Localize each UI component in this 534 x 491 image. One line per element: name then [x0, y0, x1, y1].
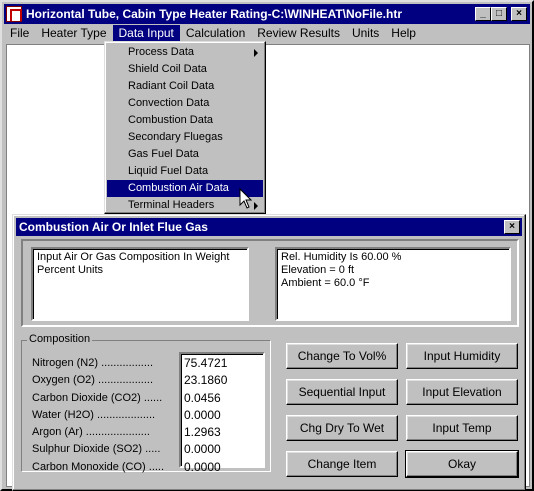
- maximize-button[interactable]: □: [491, 7, 507, 21]
- component-label: Carbon Monoxide (CO) .....: [32, 460, 165, 473]
- submenu-arrow-icon: [254, 49, 258, 57]
- menu-calculation[interactable]: Calculation: [180, 25, 251, 42]
- component-value[interactable]: 75.4721: [184, 355, 263, 372]
- input-temp-button[interactable]: Input Temp: [406, 415, 518, 441]
- component-label: Nitrogen (N2) .................: [32, 357, 154, 369]
- component-value[interactable]: 0.0456: [184, 390, 263, 407]
- menu-item-process-data[interactable]: Process Data: [107, 44, 263, 61]
- humidity-text: Rel. Humidity Is 60.00 %: [281, 251, 402, 263]
- mouse-pointer-icon: [239, 188, 253, 209]
- dialog-title: Combustion Air Or Inlet Flue Gas ×: [16, 218, 522, 236]
- instruction-text: Input Air Or Gas Composition In Weight P…: [31, 247, 249, 321]
- sequential-input-button[interactable]: Sequential Input: [286, 379, 398, 405]
- conditions-text: Rel. Humidity Is 60.00 % Elevation = 0 f…: [275, 247, 511, 321]
- okay-button[interactable]: Okay: [405, 450, 519, 478]
- component-label: Water (H2O) ...................: [32, 408, 156, 421]
- menu-item-combustion-data[interactable]: Combustion Data: [107, 112, 263, 129]
- title-bar: Horizontal Tube, Cabin Type Heater Ratin…: [4, 4, 530, 24]
- component-value[interactable]: 0.0000: [184, 407, 263, 424]
- change-to-vol-button[interactable]: Change To Vol%: [286, 343, 398, 369]
- menu-heater-type[interactable]: Heater Type: [35, 25, 112, 42]
- menu-item-shield-coil-data[interactable]: Shield Coil Data: [107, 61, 263, 78]
- minimize-button[interactable]: _: [475, 7, 491, 21]
- input-humidity-button[interactable]: Input Humidity: [406, 343, 518, 369]
- menu-data-input[interactable]: Data Input: [112, 25, 180, 42]
- menu-file[interactable]: File: [4, 25, 35, 42]
- menu-item-liquid-fuel-data[interactable]: Liquid Fuel Data: [107, 163, 263, 180]
- component-values-list[interactable]: 75.4721 23.1860 0.0456 0.0000 1.2963 0.0…: [179, 352, 265, 474]
- elevation-text: Elevation = 0 ft: [281, 264, 355, 276]
- dialog-close-button[interactable]: ×: [504, 220, 520, 234]
- menu-review-results[interactable]: Review Results: [251, 25, 346, 42]
- menu-help[interactable]: Help: [385, 25, 422, 42]
- component-value[interactable]: 23.1860: [184, 372, 263, 389]
- component-value[interactable]: 0.0000: [184, 441, 263, 458]
- component-label: Oxygen (O2) ..................: [32, 374, 154, 387]
- menu-bar: File Heater Type Data Input Calculation …: [4, 24, 530, 43]
- close-button[interactable]: ×: [511, 7, 527, 21]
- menu-units[interactable]: Units: [346, 25, 385, 42]
- change-item-button[interactable]: Change Item: [286, 451, 398, 477]
- component-value[interactable]: 0.0000: [184, 459, 263, 476]
- component-label: Sulphur Dioxide (SO2) .....: [32, 443, 161, 456]
- input-elevation-button[interactable]: Input Elevation: [406, 379, 518, 405]
- component-labels: Nitrogen (N2) ................. Oxygen (…: [32, 355, 164, 476]
- component-label: Argon (Ar) .....................: [32, 426, 150, 439]
- menu-item-label: Terminal Headers: [128, 199, 215, 211]
- composition-group: Composition Nitrogen (N2) ..............…: [21, 333, 271, 474]
- app-icon[interactable]: [6, 6, 22, 22]
- menu-item-secondary-fluegas[interactable]: Secondary Fluegas: [107, 129, 263, 146]
- component-value[interactable]: 1.2963: [184, 424, 263, 441]
- menu-item-gas-fuel-data[interactable]: Gas Fuel Data: [107, 146, 263, 163]
- menu-item-radiant-coil-data[interactable]: Radiant Coil Data: [107, 78, 263, 95]
- component-label: Carbon Dioxide (CO2) ......: [32, 391, 163, 404]
- combustion-air-dialog: Combustion Air Or Inlet Flue Gas × Input…: [12, 214, 526, 491]
- chg-dry-to-wet-button[interactable]: Chg Dry To Wet: [286, 415, 398, 441]
- menu-item-convection-data[interactable]: Convection Data: [107, 95, 263, 112]
- menu-item-label: Process Data: [128, 46, 195, 58]
- ambient-text: Ambient = 60.0 °F: [281, 277, 370, 289]
- window-title: Horizontal Tube, Cabin Type Heater Ratin…: [26, 7, 403, 21]
- composition-label: Composition: [27, 333, 93, 345]
- info-panel: Input Air Or Gas Composition In Weight P…: [21, 239, 519, 327]
- dialog-title-text: Combustion Air Or Inlet Flue Gas: [19, 220, 208, 234]
